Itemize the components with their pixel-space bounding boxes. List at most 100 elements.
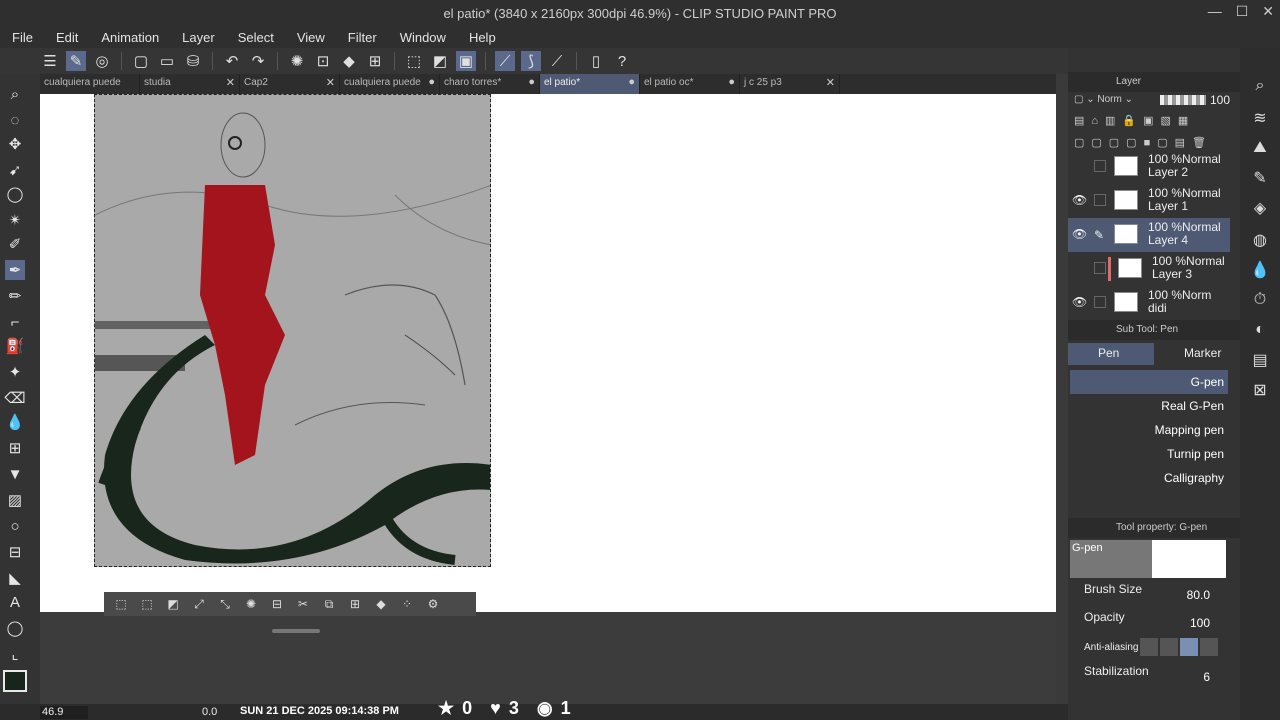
menu-edit[interactable]: Edit <box>44 30 89 45</box>
close-icon[interactable]: ✕ <box>1262 3 1274 20</box>
blend-mode-select[interactable]: ▢ ⌄ Norm ⌄ <box>1074 94 1133 105</box>
expand-icon[interactable]: ⤢ <box>188 595 210 613</box>
open-folder-icon[interactable]: ▭ <box>157 51 177 71</box>
gradient-tool-icon[interactable]: ▨ <box>5 490 25 510</box>
lasso-tool-icon[interactable]: ◯ <box>5 184 25 204</box>
aa-weak[interactable] <box>1160 638 1178 656</box>
sub-view-icon[interactable]: ▤ <box>1248 348 1272 372</box>
menu-window[interactable]: Window <box>388 30 457 45</box>
zoom-field[interactable]: 46.9 <box>40 706 88 719</box>
lock-toggle[interactable] <box>1094 296 1106 308</box>
layer-row-selected[interactable]: 👁 ✎ 100 %Normal Layer 4 <box>1068 218 1230 252</box>
drop-icon[interactable]: 💧 <box>1248 258 1272 282</box>
eye-icon[interactable]: 👁 <box>1072 227 1087 241</box>
marquee-icon[interactable]: ⬚ <box>136 595 158 613</box>
modified-dot-icon[interactable]: ● <box>528 76 535 88</box>
lock-toggle[interactable] <box>1094 194 1106 206</box>
eye-icon[interactable]: 👁 <box>1072 295 1087 309</box>
grid-tool-icon[interactable]: ⊞ <box>5 438 25 458</box>
fill-icon[interactable]: ◆ <box>339 51 359 71</box>
show-selection-icon[interactable]: ▣ <box>456 51 476 71</box>
balloon-tool-icon[interactable]: ◯ <box>5 618 25 638</box>
move-tool-icon[interactable]: ✥ <box>5 134 25 154</box>
brush-item[interactable]: Mapping pen <box>1070 418 1228 442</box>
layer-row[interactable]: 100 %Normal Layer 3 <box>1068 252 1230 286</box>
snap-ruler-icon[interactable]: ⟋ <box>495 51 515 71</box>
navigator-icon[interactable]: ⛰ <box>1248 136 1272 160</box>
layer-opacity-value[interactable]: 100 <box>1210 93 1230 107</box>
search-icon[interactable]: ⌕ <box>1248 74 1272 98</box>
menu-help[interactable]: Help <box>457 30 507 45</box>
aa-strong[interactable] <box>1200 638 1218 656</box>
close-tab-icon[interactable]: ✕ <box>226 76 235 89</box>
auto-select-icon[interactable]: ✴ <box>5 210 25 230</box>
brush-item[interactable]: Real G-Pen <box>1070 394 1228 418</box>
undo-icon[interactable]: ↶ <box>222 51 242 71</box>
close-tab-icon[interactable]: ✕ <box>826 76 835 89</box>
save-icon[interactable]: ⛁ <box>183 51 203 71</box>
eyedropper-icon[interactable]: ✐ <box>5 234 25 254</box>
menu-animation[interactable]: Animation <box>89 30 170 45</box>
airbrush-tool-icon[interactable]: ⛽ <box>5 336 25 356</box>
eraser-tool-icon[interactable]: ⌫ <box>4 388 25 408</box>
scale-icon[interactable]: ⊞ <box>344 595 366 613</box>
screentone-icon[interactable]: ⁘ <box>396 595 418 613</box>
doc-tab[interactable]: el patio oc* ● <box>640 74 740 94</box>
hamburger-icon[interactable]: ☰ <box>40 51 60 71</box>
doc-tab[interactable]: Cap2 ✕ <box>240 74 340 94</box>
object-tool-icon[interactable]: ➹ <box>5 160 25 180</box>
opacity-slider[interactable] <box>1160 95 1206 105</box>
fill-icon[interactable]: ◆ <box>370 595 392 613</box>
clear-icon[interactable]: ✺ <box>240 595 262 613</box>
layer-row[interactable]: 👁 100 %Norm didi <box>1068 286 1230 320</box>
shrink-icon[interactable]: ⤡ <box>214 595 236 613</box>
minimize-icon[interactable]: — <box>1208 3 1222 20</box>
stabilization-value[interactable]: 6 <box>1148 670 1210 684</box>
modified-dot-icon[interactable]: ● <box>628 76 635 88</box>
decoration-tool-icon[interactable]: ✦ <box>5 362 25 382</box>
selection-tool-icon[interactable]: ◌ <box>5 110 25 130</box>
brush-size-value[interactable]: 80.0 <box>1148 588 1210 602</box>
doc-tab-active[interactable]: el patio* ● <box>540 74 640 94</box>
cut-icon[interactable]: ⊡ <box>313 51 333 71</box>
figure-tool-icon[interactable]: ○ <box>5 516 25 536</box>
eye-icon[interactable]: 👁 <box>1072 193 1087 207</box>
opacity-value[interactable]: 100 <box>1148 616 1210 630</box>
copy-icon[interactable]: ⧉ <box>318 595 340 613</box>
settings-icon[interactable]: ⚙ <box>422 595 444 613</box>
pen-mode-icon[interactable]: ✎ <box>66 51 86 71</box>
redo-icon[interactable]: ↷ <box>248 51 268 71</box>
visibility-toggle[interactable] <box>1072 159 1086 173</box>
doc-tab[interactable]: cualquiera puede <box>40 74 140 94</box>
brush-item[interactable]: Turnip pen <box>1070 442 1228 466</box>
doc-tab[interactable]: j c 25 p3 ✕ <box>740 74 840 94</box>
ruler-tool-icon[interactable]: ◣ <box>5 568 25 588</box>
history-icon[interactable]: ⏱ <box>1248 288 1272 312</box>
doc-tab[interactable]: cualquiera puede ● <box>340 74 440 94</box>
text-tool-icon[interactable]: A <box>5 592 25 612</box>
color-wheel-icon[interactable]: ◍ <box>1248 228 1272 252</box>
device-icon[interactable]: ▯ <box>586 51 606 71</box>
correct-line-icon[interactable]: ⌞ <box>5 644 25 664</box>
clear-icon[interactable]: ✺ <box>287 51 307 71</box>
menu-filter[interactable]: Filter <box>336 30 388 45</box>
main-color-swatch[interactable] <box>3 670 27 692</box>
new-file-icon[interactable]: ▢ <box>131 51 151 71</box>
maximize-icon[interactable]: ☐ <box>1236 3 1249 20</box>
deselect-icon[interactable]: ⬚ <box>110 595 132 613</box>
menu-select[interactable]: Select <box>226 30 285 45</box>
lock-toggle[interactable] <box>1094 262 1106 274</box>
color-set-icon[interactable]: ◐ <box>1248 318 1272 342</box>
layer-action-icons-2[interactable]: ▢▢▢▢■▢▤🗑 <box>1074 136 1213 149</box>
clear-outside-icon[interactable]: ⊟ <box>266 595 288 613</box>
rotation-value[interactable]: 0.0 <box>202 706 217 718</box>
blend-tool-icon[interactable]: 💧 <box>5 412 25 432</box>
snap-grid-icon[interactable]: ⟋ <box>547 51 567 71</box>
close-panel-icon[interactable]: ⊠ <box>1248 378 1272 402</box>
tab-marker[interactable]: Marker <box>1154 343 1240 365</box>
invert-selection-icon[interactable]: ◩ <box>430 51 450 71</box>
modified-dot-icon[interactable]: ● <box>728 76 735 88</box>
menu-view[interactable]: View <box>285 30 336 45</box>
frame-tool-icon[interactable]: ⊟ <box>5 542 25 562</box>
layer-row[interactable]: 100 %Normal Layer 2 <box>1068 150 1230 184</box>
